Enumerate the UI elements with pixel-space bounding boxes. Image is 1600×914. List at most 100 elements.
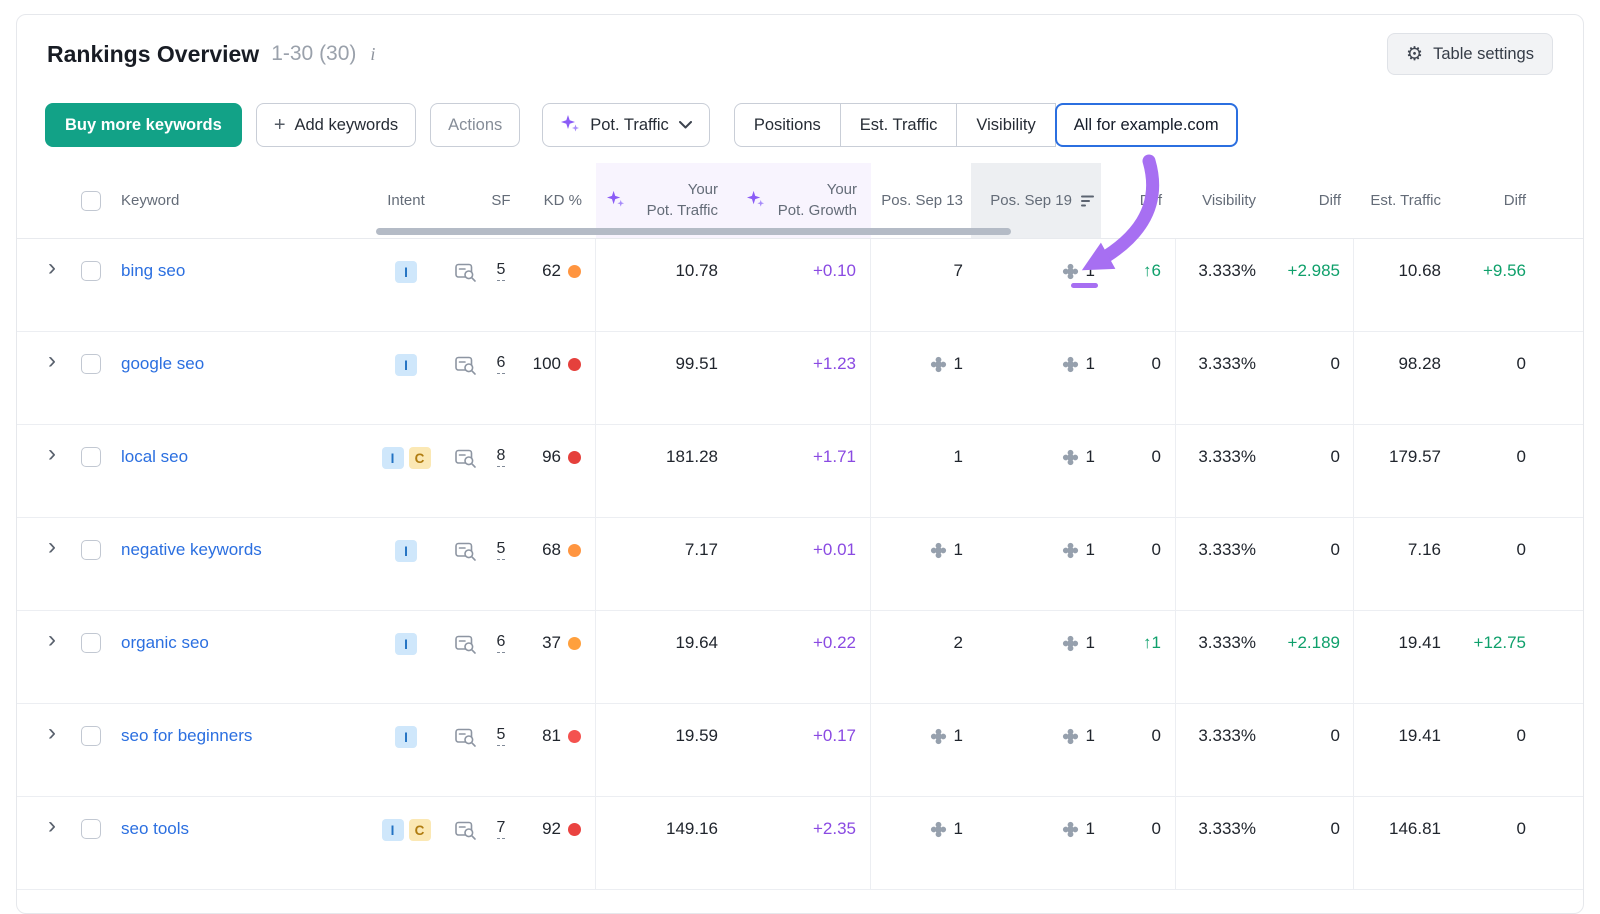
pos-sep13-value: 7 xyxy=(954,261,963,281)
est-traffic-diff-value: 0 xyxy=(1517,819,1526,839)
pos-sep19-value: 1 xyxy=(1086,354,1095,374)
actions-button[interactable]: Actions xyxy=(430,103,520,147)
info-icon[interactable]: i xyxy=(370,44,375,65)
serp-features-icon[interactable] xyxy=(455,262,477,283)
pot-traffic-value: 99.51 xyxy=(675,354,718,374)
view-tab-est-traffic[interactable]: Est. Traffic xyxy=(840,103,958,147)
row-checkbox[interactable] xyxy=(81,261,101,281)
est-traffic-value: 19.41 xyxy=(1398,633,1441,653)
sf-count[interactable]: 5 xyxy=(497,540,506,560)
col-header-keyword[interactable]: Keyword xyxy=(113,163,366,238)
visibility-diff-value: 0 xyxy=(1331,354,1340,374)
col-header-kd[interactable]: KD % xyxy=(516,163,596,238)
table-body: › bing seo I xyxy=(17,239,1583,890)
serp-features-icon[interactable] xyxy=(455,820,477,841)
intent-badge-i: I xyxy=(382,447,404,469)
visibility-diff-value: 0 xyxy=(1331,819,1340,839)
serp-features-icon[interactable] xyxy=(455,355,477,376)
keyword-link[interactable]: local seo xyxy=(121,447,188,467)
row-checkbox[interactable] xyxy=(81,633,101,653)
kd-value: 37 xyxy=(542,633,561,653)
expand-row-icon[interactable]: › xyxy=(48,444,56,463)
expand-row-icon[interactable]: › xyxy=(48,258,56,277)
table-settings-button[interactable]: ⚙ Table settings xyxy=(1387,33,1553,75)
serp-features-icon[interactable] xyxy=(455,448,477,469)
sf-count[interactable]: 8 xyxy=(497,447,506,467)
pot-growth-value: +1.71 xyxy=(813,447,856,467)
expand-row-icon[interactable]: › xyxy=(48,723,56,742)
intent-badge-i: I xyxy=(395,261,417,283)
pos-diff-value: 0 xyxy=(1152,447,1161,467)
col-header-visibility[interactable]: Visibility xyxy=(1176,163,1276,238)
sf-count[interactable]: 5 xyxy=(497,726,506,746)
row-checkbox[interactable] xyxy=(81,540,101,560)
kd-dot xyxy=(568,730,581,743)
pot-traffic-value: 19.59 xyxy=(675,726,718,746)
keyword-link[interactable]: organic seo xyxy=(121,633,209,653)
col-header-intent[interactable]: Intent xyxy=(366,163,446,238)
pot-growth-value: +0.01 xyxy=(813,540,856,560)
buy-more-keywords-button[interactable]: Buy more keywords xyxy=(45,103,242,147)
card-header: Rankings Overview 1-30 (30) i ⚙ Table se… xyxy=(17,15,1583,93)
col-header-pot-traffic-line2: Pot. Traffic xyxy=(647,201,718,221)
sf-count[interactable]: 6 xyxy=(497,633,506,653)
serp-features-icon[interactable] xyxy=(455,634,477,655)
serp-feature-position-icon xyxy=(930,821,947,838)
pos-sep13-value: 1 xyxy=(954,354,963,374)
keyword-link[interactable]: bing seo xyxy=(121,261,185,281)
keyword-link[interactable]: seo tools xyxy=(121,819,189,839)
est-traffic-diff-value: 0 xyxy=(1517,540,1526,560)
view-tab-positions[interactable]: Positions xyxy=(734,103,841,147)
select-all-checkbox[interactable] xyxy=(81,191,101,211)
expand-row-icon[interactable]: › xyxy=(48,537,56,556)
horizontal-scrollbar-thumb[interactable] xyxy=(376,228,1011,235)
pos-sep19-value: 1 xyxy=(1086,726,1095,746)
table-header: Keyword Intent SF KD % Your Pot. Traffic xyxy=(17,163,1583,239)
row-checkbox[interactable] xyxy=(81,819,101,839)
sf-count[interactable]: 6 xyxy=(497,354,506,374)
row-checkbox[interactable] xyxy=(81,354,101,374)
keyword-link[interactable]: negative keywords xyxy=(121,540,262,560)
col-header-pos-sep19[interactable]: Pos. Sep 19 xyxy=(971,163,1101,238)
col-header-est-traffic[interactable]: Est. Traffic xyxy=(1354,163,1459,238)
keyword-link[interactable]: seo for beginners xyxy=(121,726,252,746)
keyword-link[interactable]: google seo xyxy=(121,354,204,374)
est-traffic-value: 19.41 xyxy=(1398,726,1441,746)
col-header-pot-traffic[interactable]: Your Pot. Traffic xyxy=(596,163,736,238)
visibility-value: 3.333% xyxy=(1198,819,1256,839)
col-header-pos-sep13[interactable]: Pos. Sep 13 xyxy=(871,163,971,238)
pos-sep13-value: 1 xyxy=(954,540,963,560)
kd-value: 96 xyxy=(542,447,561,467)
est-traffic-value: 7.16 xyxy=(1408,540,1441,560)
view-tab-visibility[interactable]: Visibility xyxy=(956,103,1055,147)
gear-icon: ⚙ xyxy=(1406,45,1423,64)
col-header-diff-pos[interactable]: Diff xyxy=(1101,163,1176,238)
expand-row-icon[interactable]: › xyxy=(48,816,56,835)
pos-diff-value: 0 xyxy=(1152,540,1161,560)
row-checkbox[interactable] xyxy=(81,447,101,467)
col-header-diff-visibility[interactable]: Diff xyxy=(1276,163,1354,238)
col-header-diff-est-traffic[interactable]: Diff xyxy=(1459,163,1544,238)
sf-count[interactable]: 5 xyxy=(497,261,506,281)
expand-row-icon[interactable]: › xyxy=(48,351,56,370)
sparkle-icon xyxy=(746,189,765,212)
view-tab-all-for-domain[interactable]: All for example.com xyxy=(1055,103,1238,147)
col-header-sf[interactable]: SF xyxy=(486,163,516,238)
col-header-pot-growth[interactable]: Your Pot. Growth xyxy=(736,163,871,238)
sf-count[interactable]: 7 xyxy=(497,819,506,839)
plus-icon: + xyxy=(274,115,286,135)
page-title: Rankings Overview xyxy=(47,41,259,68)
metric-dropdown[interactable]: Pot. Traffic xyxy=(542,103,710,147)
pos-sep13-value: 1 xyxy=(954,726,963,746)
sort-desc-icon xyxy=(1081,195,1095,207)
visibility-value: 3.333% xyxy=(1198,354,1256,374)
pot-growth-value: +2.35 xyxy=(813,819,856,839)
visibility-diff-value: +2.189 xyxy=(1288,633,1340,653)
add-keywords-button[interactable]: + Add keywords xyxy=(256,103,416,147)
pot-growth-value: +0.10 xyxy=(813,261,856,281)
row-checkbox[interactable] xyxy=(81,726,101,746)
serp-features-icon[interactable] xyxy=(455,727,477,748)
serp-features-icon[interactable] xyxy=(455,541,477,562)
kd-value: 92 xyxy=(542,819,561,839)
expand-row-icon[interactable]: › xyxy=(48,630,56,649)
